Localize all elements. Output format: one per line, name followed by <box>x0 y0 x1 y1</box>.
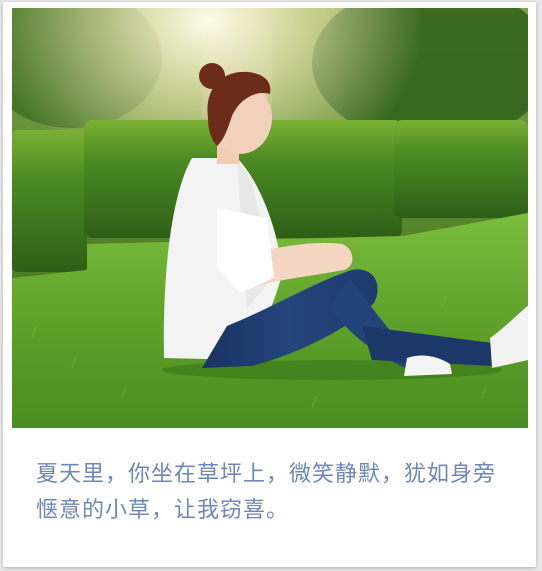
photo-illustration <box>12 8 528 428</box>
photo-caption: 夏天里，你坐在草坪上，微笑静默，犹如身旁惬意的小草，让我窃喜。 <box>36 462 497 523</box>
photo <box>12 8 528 428</box>
photo-card: 夏天里，你坐在草坪上，微笑静默，犹如身旁惬意的小草，让我窃喜。 <box>3 2 536 567</box>
